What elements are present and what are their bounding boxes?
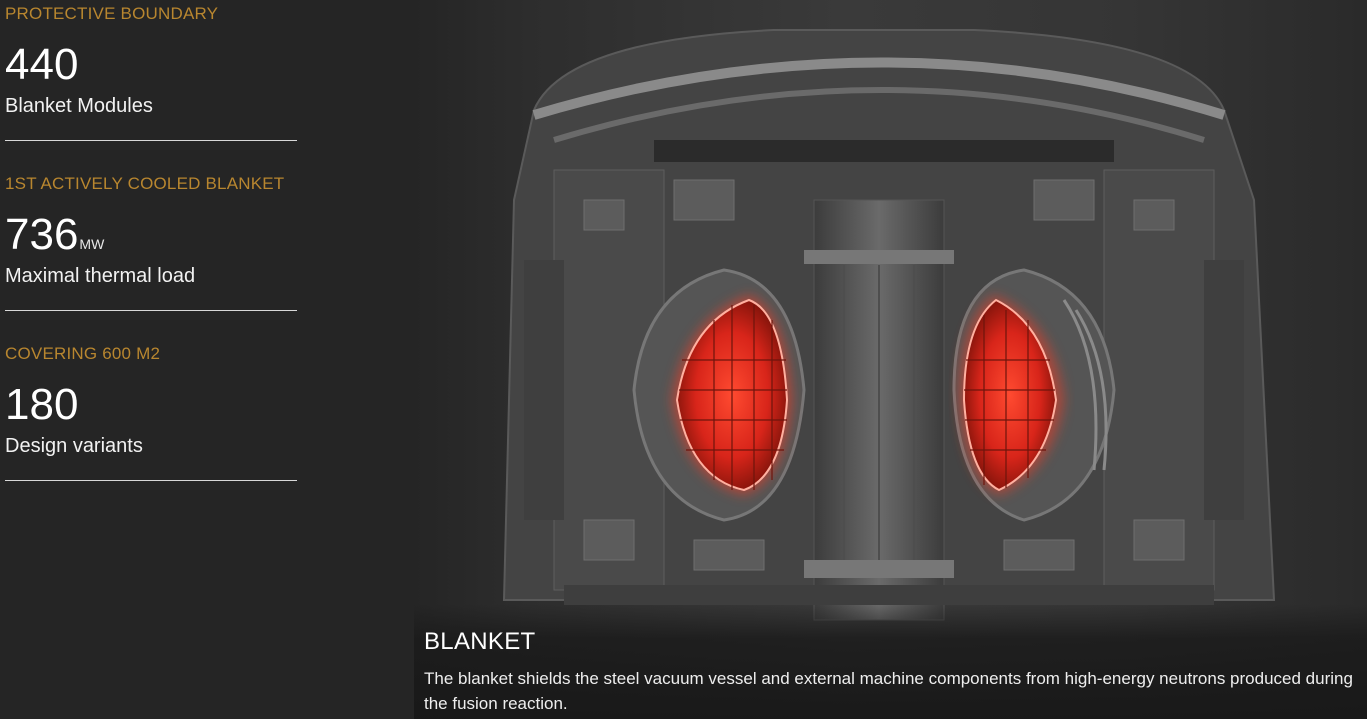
stat-label: Design variants [5, 435, 143, 457]
stat-value: 440 [5, 40, 79, 89]
stat-design-variants: COVERING 600 M2 180 Design variants [5, 340, 297, 481]
caption-panel: BLANKET The blanket shields the steel va… [414, 604, 1367, 719]
stat-value: 736 [5, 210, 79, 259]
stat-thermal-load: 1ST ACTIVELY COOLED BLANKET 736MW Maxima… [5, 170, 297, 311]
stats-panel: PROTECTIVE BOUNDARY 440 Blanket Modules … [5, 0, 297, 510]
stat-label: Blanket Modules [5, 95, 153, 117]
stat-value-row: 180 [5, 382, 297, 428]
stat-blanket-modules: PROTECTIVE BOUNDARY 440 Blanket Modules [5, 0, 297, 141]
stat-value-row: 736MW [5, 212, 297, 258]
stat-kicker: 1ST ACTIVELY COOLED BLANKET [5, 174, 285, 193]
caption-title: BLANKET [424, 628, 536, 655]
stat-kicker: PROTECTIVE BOUNDARY [5, 4, 219, 23]
page: PROTECTIVE BOUNDARY 440 Blanket Modules … [0, 0, 1367, 719]
caption-body: The blanket shields the steel vacuum ves… [424, 669, 1353, 713]
stat-value: 180 [5, 380, 79, 429]
stat-kicker: COVERING 600 M2 [5, 344, 161, 363]
stat-unit: MW [79, 236, 105, 252]
stat-label: Maximal thermal load [5, 265, 196, 287]
stat-value-row: 440 [5, 42, 297, 88]
